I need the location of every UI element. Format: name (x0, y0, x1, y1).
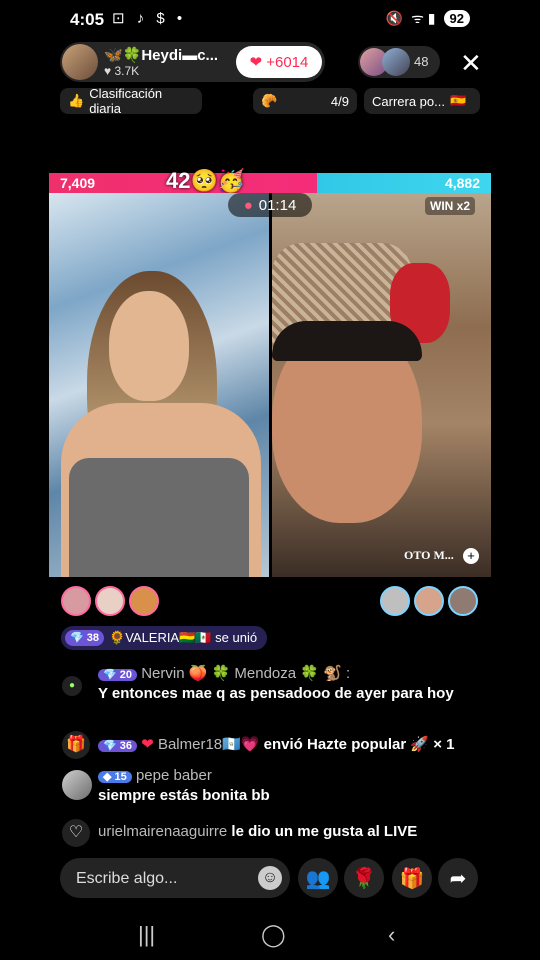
career-label: Carrera po... (372, 93, 445, 109)
host-name: 🦋🍀Heydi▬c... (104, 47, 219, 64)
daily-ranking-label: Clasificación diaria (89, 86, 163, 116)
host-avatar[interactable] (62, 44, 98, 80)
chat-username[interactable]: Balmer18🇬🇹💗 (158, 736, 260, 753)
host-top (69, 458, 249, 577)
viewer-list[interactable]: 48 (358, 46, 440, 78)
chat-username[interactable]: pepe baber (136, 767, 212, 784)
chat-text: envió Hazte popular 🚀 × 1 (263, 736, 455, 753)
gift-icon: 🎁 (62, 731, 90, 759)
battery-indicator: 92 (443, 10, 470, 27)
chat-username[interactable]: urielmairenaaguirre (98, 823, 227, 840)
career-pill[interactable]: Carrera po... 🇪🇸 (364, 88, 480, 114)
flag-icon: 🇪🇸 (449, 93, 467, 108)
chat-text: Y entonces mae q as pensadooo de ayer pa… (98, 685, 454, 702)
chat-text: siempre estás bonita bb (98, 787, 270, 804)
guest-gifter-avatar[interactable] (380, 586, 410, 616)
share-icon: ➦ (449, 867, 467, 890)
guest-hair (272, 321, 422, 361)
back-icon[interactable]: ‹ (388, 922, 395, 948)
guests-button[interactable]: 👥 (298, 858, 338, 898)
top-gifter-avatar[interactable] (95, 586, 125, 616)
top-gifter-avatar[interactable] (61, 586, 91, 616)
chat-message: 💎 36 ❤ Balmer18🇬🇹💗 envió Hazte popular 🚀… (98, 735, 488, 755)
host-face (109, 291, 189, 401)
chat-avatar[interactable] (62, 770, 92, 800)
status-time: 4:05 (70, 10, 105, 29)
guest-gifter-avatar[interactable] (448, 586, 478, 616)
status-right: 🔇 ᯤ ▮ 92 (386, 9, 470, 28)
right-score: 4,882 (444, 175, 480, 191)
emoji-icon[interactable]: ☺ (258, 866, 282, 890)
level-badge: ◆ 15 (98, 771, 132, 783)
daily-ranking-pill[interactable]: 👍 Clasificación diaria (60, 86, 202, 116)
host-video[interactable] (49, 193, 269, 577)
guest-video[interactable] (272, 193, 491, 577)
goal-progress: 4/9 (330, 93, 349, 109)
chat-text: le dio un me gusta al LIVE (231, 823, 418, 840)
guest-gifter-avatar[interactable] (414, 586, 444, 616)
goal-progress-pill[interactable]: 🥐 4/9 (253, 88, 357, 114)
viewer-count: 48 (414, 54, 429, 69)
battle-icon: ● (243, 196, 253, 214)
win-multiplier: WIN x2 (425, 197, 476, 215)
host-likes: ♥ 3.7K (104, 64, 140, 78)
gift-box-icon: 🎁 (399, 867, 425, 890)
notification-icons: ⊡ ♪ $ • (112, 10, 187, 27)
join-text: 🌻VALERIA🇧🇴🇲🇽 se unió (109, 630, 258, 645)
add-guest-icon[interactable]: + (463, 548, 479, 564)
left-score: 7,409 (60, 175, 96, 191)
guest-name[interactable]: OTO M... (404, 548, 454, 563)
heart-badge-icon: ❤ (141, 736, 154, 753)
chat-message: ◆ 15 pepe baber siempre estás bonita bb (98, 766, 478, 806)
follow-button[interactable]: ❤ +6014 (236, 46, 322, 78)
heart-icon: ❤ (249, 54, 263, 71)
heart-outline-icon: ♡ (62, 819, 90, 847)
close-icon[interactable]: ✕ (460, 48, 482, 79)
timer-text: 01:14 (258, 196, 297, 214)
chat-message: 💎 20 Nervin 🍑 🍀 Mendoza 🍀 🐒 : Y entonces… (98, 664, 478, 704)
gift-goal-icon: 🥐 (261, 93, 278, 108)
chat-message: urielmairenaaguirre le dio un me gusta a… (98, 822, 488, 842)
comment-input[interactable] (74, 866, 248, 892)
level-badge: 💎 20 (98, 669, 138, 681)
people-icon: 👥 (305, 867, 331, 890)
combo-counter: 42🥺🥳 (166, 168, 246, 193)
share-button[interactable]: ➦ (438, 858, 478, 898)
level-badge: 💎 38 (65, 630, 105, 646)
comment-box[interactable]: ☺ (60, 858, 290, 898)
viewer-avatar[interactable] (382, 48, 410, 76)
mute-icon: 🔇 (385, 10, 404, 26)
gift-button[interactable]: 🎁 (392, 858, 432, 898)
join-notification: 💎 38 🌻VALERIA🇧🇴🇲🇽 se unió (61, 626, 268, 650)
follow-count: +6014 (266, 53, 309, 71)
top-gifter-avatar[interactable] (129, 586, 159, 616)
signal-icon: ᯤ ▮ (411, 10, 436, 26)
chat-username[interactable]: Nervin 🍑 🍀 Mendoza 🍀 🐒 : (141, 665, 350, 682)
battle-timer: ● 01:14 (228, 193, 312, 217)
level-badge: 💎 36 (98, 740, 138, 752)
thumb-icon: 👍 (68, 93, 85, 108)
recent-apps-icon[interactable]: ||| (138, 922, 155, 948)
rose-gift-button[interactable]: 🌹 (344, 858, 384, 898)
rose-icon: 🌹 (351, 867, 377, 890)
chat-avatar[interactable]: ● (62, 676, 82, 696)
home-icon[interactable]: ◯ (261, 922, 286, 948)
status-bar: 4:05 ⊡ ♪ $ • 🔇 ᯤ ▮ 92 (0, 0, 540, 40)
host-info-bar[interactable]: 🦋🍀Heydi▬c... ♥ 3.7K ❤ +6014 (60, 42, 325, 82)
